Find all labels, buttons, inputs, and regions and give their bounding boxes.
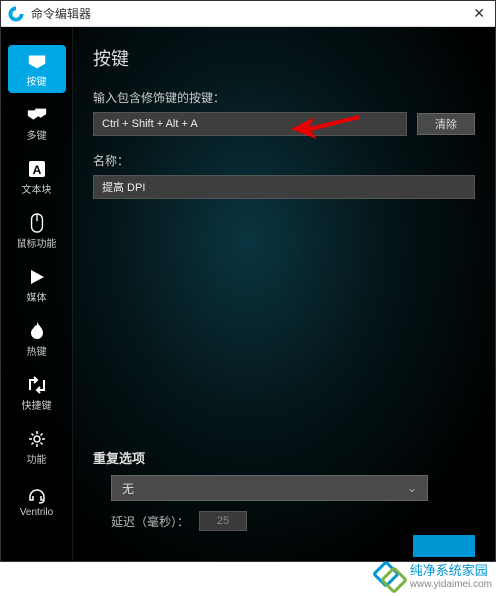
sidebar-item-keystroke[interactable]: 按键 <box>8 45 66 93</box>
watermark-logo-icon <box>374 560 404 590</box>
keystroke-input[interactable] <box>93 112 407 136</box>
sidebar-item-media[interactable]: 媒体 <box>8 261 66 309</box>
dropdown-value: 无 <box>122 480 134 497</box>
main-panel: 按键 输入包含修饰键的按键： 清除 名称： 重复选项 无 ⌄ 延迟 <box>73 27 495 561</box>
sidebar-item-label: 多键 <box>27 127 47 142</box>
sidebar-item-label: 功能 <box>27 451 47 466</box>
name-input[interactable] <box>93 175 475 199</box>
sidebar-item-label: 快捷键 <box>22 397 52 412</box>
sidebar-item-label: 按键 <box>27 73 47 88</box>
name-label: 名称： <box>93 152 475 169</box>
logitech-logo-icon <box>7 5 25 23</box>
watermark-url: www.yidaimei.com <box>410 579 492 590</box>
keystroke-label: 输入包含修饰键的按键： <box>93 89 475 106</box>
window-title: 命令编辑器 <box>31 5 469 22</box>
sidebar-item-shortcut[interactable]: 快捷键 <box>8 369 66 417</box>
sidebar: 按键 多键 A 文本块 鼠标功能 <box>1 27 73 561</box>
sidebar-item-textblock[interactable]: A 文本块 <box>8 153 66 201</box>
gear-icon <box>26 429 48 449</box>
repeat-options-title: 重复选项 <box>93 448 475 467</box>
sidebar-item-ventrilo[interactable]: Ventrilo <box>8 477 66 525</box>
sidebar-item-label: 鼠标功能 <box>17 235 57 250</box>
sidebar-item-multikey[interactable]: 多键 <box>8 99 66 147</box>
sidebar-item-function[interactable]: 功能 <box>8 423 66 471</box>
sidebar-item-label: 热键 <box>27 343 47 358</box>
confirm-button[interactable] <box>413 535 475 557</box>
titlebar: 命令编辑器 ✕ <box>1 1 495 27</box>
flame-icon <box>26 321 48 341</box>
multikey-icon <box>26 105 48 125</box>
close-icon[interactable]: ✕ <box>469 5 489 22</box>
repeat-dropdown[interactable]: 无 ⌄ <box>111 475 428 501</box>
chevron-down-icon: ⌄ <box>407 481 417 495</box>
sidebar-item-label: Ventrilo <box>20 507 53 518</box>
mouse-icon <box>26 213 48 233</box>
clear-button[interactable]: 清除 <box>417 113 475 135</box>
sidebar-item-label: 媒体 <box>27 289 47 304</box>
delay-label: 延迟（毫秒）： <box>111 513 189 530</box>
watermark: 纯净系统家园 www.yidaimei.com <box>374 560 492 590</box>
textblock-icon: A <box>26 159 48 179</box>
play-icon <box>26 267 48 287</box>
page-title: 按键 <box>93 45 475 71</box>
shortcut-icon <box>26 375 48 395</box>
headset-icon <box>26 485 48 505</box>
watermark-text: 纯净系统家园 <box>410 560 492 579</box>
delay-input[interactable] <box>199 511 247 531</box>
sidebar-item-mouse[interactable]: 鼠标功能 <box>8 207 66 255</box>
key-icon <box>26 51 48 71</box>
svg-text:A: A <box>32 163 41 177</box>
sidebar-item-hotkey[interactable]: 热键 <box>8 315 66 363</box>
sidebar-item-label: 文本块 <box>22 181 52 196</box>
